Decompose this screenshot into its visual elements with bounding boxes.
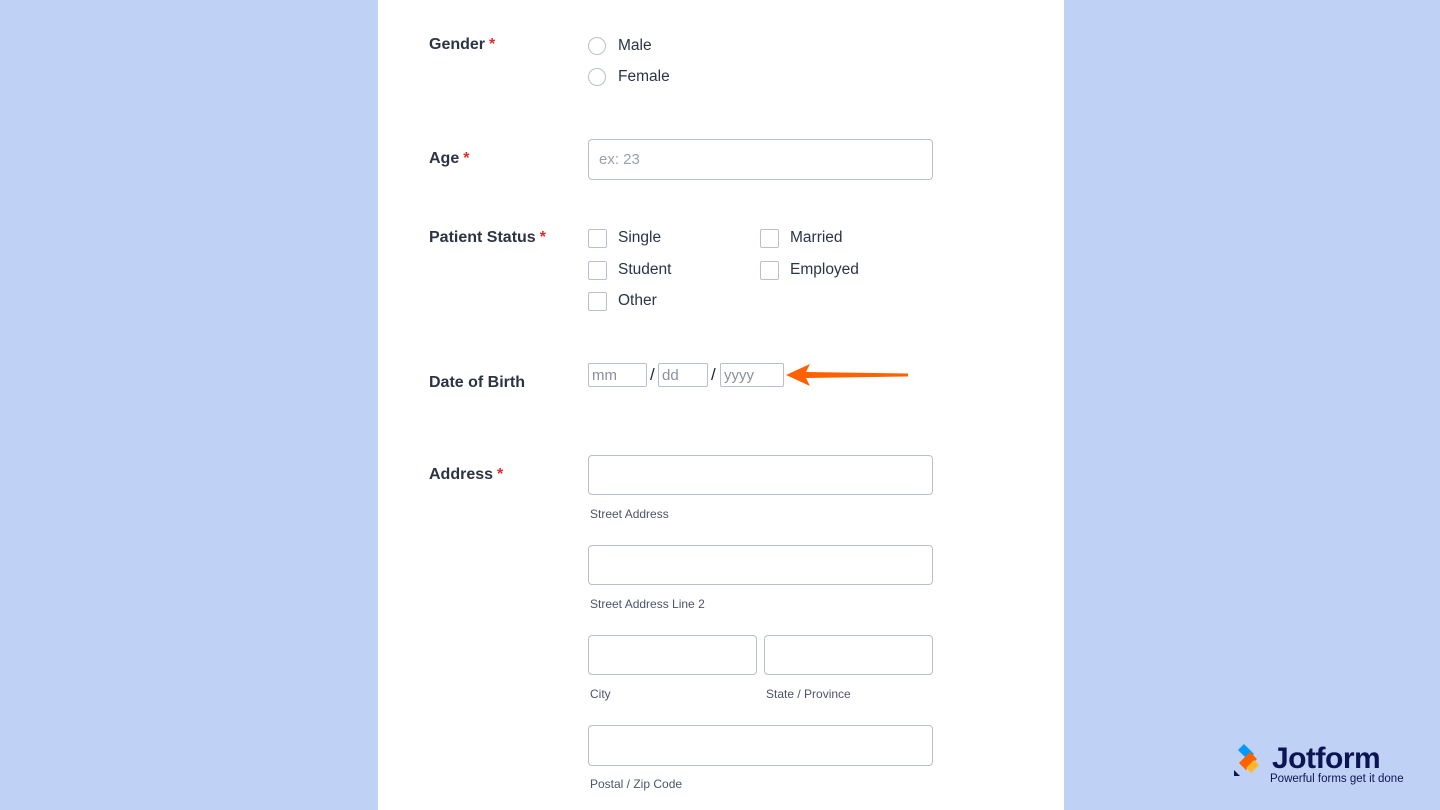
required-asterisk: * [463, 150, 470, 167]
checkbox-married[interactable] [760, 229, 779, 248]
dob-day-input[interactable] [658, 363, 708, 387]
checkbox-student[interactable] [588, 261, 607, 280]
required-asterisk: * [539, 229, 546, 246]
checkbox-employed-label[interactable]: Employed [790, 261, 859, 279]
age-label: Age * [429, 150, 470, 167]
dob-separator: / [711, 365, 716, 384]
brand-name: Jotform [1272, 742, 1381, 775]
radio-male[interactable] [588, 37, 606, 55]
street-address-sublabel: Street Address [590, 507, 669, 521]
checkbox-single[interactable] [588, 229, 607, 248]
dob-label: Date of Birth [429, 374, 525, 391]
checkbox-married-label[interactable]: Married [790, 229, 843, 247]
brand-tagline: Powerful forms get it done [1270, 773, 1404, 785]
form-card [378, 0, 1064, 810]
checkbox-employed[interactable] [760, 261, 779, 280]
dob-separator: / [650, 365, 655, 384]
dob-year-input[interactable] [720, 363, 784, 387]
postal-zip-input[interactable] [588, 725, 933, 766]
city-input[interactable] [588, 635, 757, 675]
dob-month-input[interactable] [588, 363, 647, 387]
jotform-logo-icon [1234, 744, 1259, 776]
street-address-line2-sublabel: Street Address Line 2 [590, 597, 705, 611]
age-input[interactable] [588, 139, 933, 180]
gender-label: Gender * [429, 36, 496, 53]
postal-zip-sublabel: Postal / Zip Code [590, 777, 683, 791]
patient-status-label: Patient Status * [429, 229, 546, 246]
checkbox-student-label[interactable]: Student [618, 261, 671, 279]
street-address-input[interactable] [588, 455, 933, 495]
radio-female[interactable] [588, 68, 606, 86]
required-asterisk: * [489, 36, 496, 53]
radio-female-label[interactable]: Female [618, 68, 670, 86]
state-province-sublabel: State / Province [766, 687, 851, 701]
checkbox-single-label[interactable]: Single [618, 229, 661, 247]
pointer-arrow-icon [786, 364, 908, 386]
checkbox-other[interactable] [588, 292, 607, 311]
radio-male-label[interactable]: Male [618, 37, 652, 55]
address-label: Address * [429, 466, 504, 483]
city-sublabel: City [590, 687, 611, 701]
checkbox-other-label[interactable]: Other [618, 292, 657, 310]
state-province-input[interactable] [764, 635, 933, 675]
street-address-line2-input[interactable] [588, 545, 933, 585]
required-asterisk: * [497, 466, 504, 483]
